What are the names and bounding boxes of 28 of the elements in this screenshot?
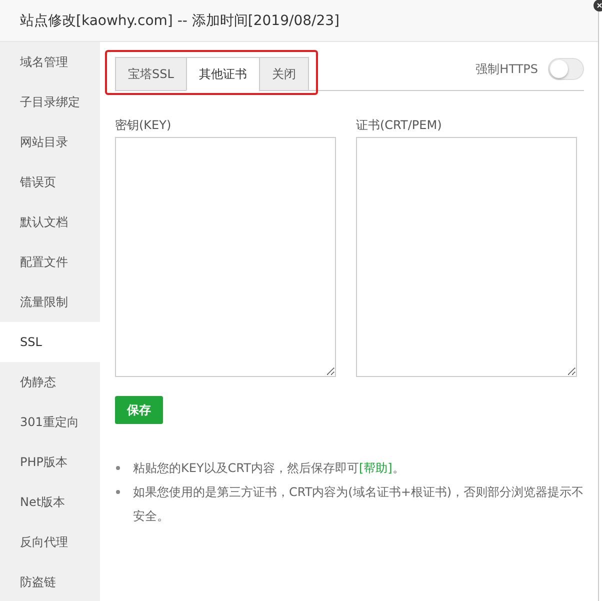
sidebar-item[interactable]: 301重定向 — [0, 402, 100, 442]
sidebar-item[interactable]: 防盗链 — [0, 562, 100, 601]
note-text: 如果您使用的是第三方证书，CRT内容为(域名证书+根证书)，否则部分浏览器提示不安全。 — [133, 484, 584, 525]
sidebar-item[interactable]: 子目录绑定 — [0, 82, 100, 122]
sidebar-item[interactable]: 配置文件 — [0, 242, 100, 282]
note-text: 粘贴您的KEY以及CRT内容，然后保存即可[帮助]。 — [133, 460, 406, 477]
sidebar-item[interactable]: 流量限制 — [0, 282, 100, 322]
toggle-switch[interactable] — [548, 58, 584, 80]
tab[interactable]: 宝塔SSL — [115, 57, 186, 91]
bullet-icon — [116, 490, 120, 494]
force-https-label: 强制HTTPS — [476, 60, 538, 78]
bullet-icon — [116, 466, 120, 470]
tab[interactable]: 其他证书 — [186, 57, 259, 91]
text-area[interactable] — [356, 137, 577, 377]
text-area[interactable] — [115, 137, 336, 377]
field-label: 密钥(KEY) — [115, 117, 172, 134]
tab[interactable]: 关闭 — [258, 57, 309, 91]
window-title: 站点修改[kaowhy.com] -- 添加时间[2019/08/23] — [20, 12, 340, 30]
sidebar-item[interactable]: 默认文档 — [0, 202, 100, 242]
sidebar-item[interactable]: 域名管理 — [0, 42, 100, 82]
sidebar-item[interactable]: 伪静态 — [0, 362, 100, 402]
sidebar-item[interactable]: 错误页 — [0, 162, 100, 202]
sidebar-item[interactable]: Net版本 — [0, 482, 100, 522]
sidebar-item[interactable]: 网站目录 — [0, 122, 100, 162]
sidebar-item[interactable]: PHP版本 — [0, 442, 100, 482]
sidebar-item[interactable]: SSL — [0, 322, 100, 362]
sidebar-item[interactable]: 反向代理 — [0, 522, 100, 562]
field-label: 证书(CRT/PEM) — [356, 117, 443, 134]
